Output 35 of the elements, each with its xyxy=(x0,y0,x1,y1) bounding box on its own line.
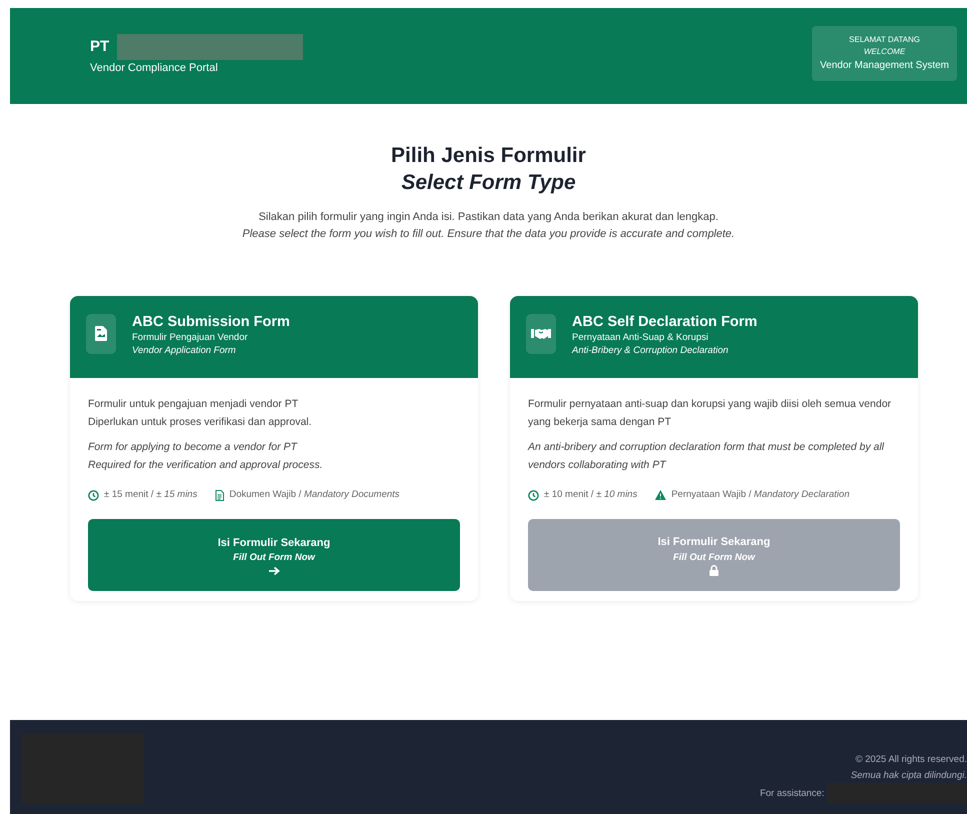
form-title: ABC Self Declaration Form xyxy=(572,314,758,332)
system-name: Vendor Management System xyxy=(820,59,949,73)
document-icon xyxy=(95,326,107,342)
portal-subtitle: Vendor Compliance Portal xyxy=(90,61,219,76)
page-title: Select Form Type xyxy=(400,170,577,196)
arrow-icon xyxy=(268,566,280,576)
intro-text: Please select the form you wish to fill out. Ensure that the data you provide is accurate and complete. xyxy=(241,227,736,242)
fill-form-button[interactable]: Isi Formulir Sekarang Fill Out Form Now xyxy=(88,519,460,592)
form-subtitle: Anti-Bribery & Corruption Declaration xyxy=(572,344,730,358)
assistance-label: For assistance: xyxy=(760,788,824,799)
form-subtitle: Vendor Application Form xyxy=(132,344,237,358)
copyright-text: Semua hak cipta dilindungi. xyxy=(850,768,967,783)
requirement-text: Pernyataan Wajib / Mandatory Declaration xyxy=(671,488,850,502)
form-title: ABC Submission Form xyxy=(132,314,290,332)
form-description: An anti-bribery and corruption declaration form that must be completed by all vendors collaborating with PT xyxy=(528,440,886,474)
lock-icon xyxy=(709,565,719,576)
form-description: Formulir pernyataan anti-suap dan korupsi yang wajib diisi oleh semua vendor yang bekerja sama dengan PT xyxy=(528,396,892,430)
form-subtitle: Pernyataan Anti-Suap & Korupsi xyxy=(572,331,710,344)
page-title: Pilih Jenis Formulir xyxy=(390,143,587,169)
form-subtitle: Formulir Pengajuan Vendor xyxy=(132,331,249,344)
duration-text: ± 10 menit / ± 10 mins xyxy=(544,488,638,502)
copyright-text: © 2025 All rights reserved. xyxy=(854,753,967,767)
document-icon xyxy=(215,490,224,501)
form-description: Form for applying to become a vendor for PT Required for the verification and approval process. xyxy=(88,440,324,474)
welcome-label: WELCOME xyxy=(862,46,906,58)
clock-icon xyxy=(528,490,539,501)
welcome-label: SELAMAT DATANG xyxy=(848,34,921,46)
handshake-icon xyxy=(531,328,551,340)
requirement-text: Dokumen Wajib / Mandatory Documents xyxy=(229,488,400,502)
duration-text: ± 15 menit / ± 15 mins xyxy=(104,488,198,502)
intro-text: Silakan pilih formulir yang ingin Anda isi. Pastikan data yang Anda berikan akurat dan lengkap. xyxy=(258,210,720,225)
company-name: PT xyxy=(90,36,110,57)
clock-icon xyxy=(88,490,99,501)
form-description: Formulir untuk pengajuan menjadi vendor PT Diperlukan untuk proses verifikasi dan approval. xyxy=(88,396,313,430)
warning-icon xyxy=(655,490,666,500)
